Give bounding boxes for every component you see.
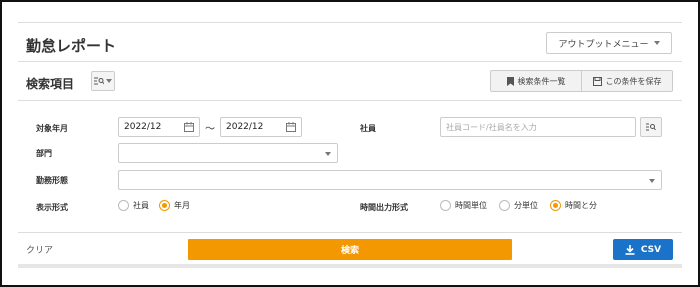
time-output-option-hour[interactable]: 時間単位 xyxy=(440,200,487,211)
radio-label: 分単位 xyxy=(514,201,538,210)
display-format-option-employee[interactable]: 社員 xyxy=(118,200,149,211)
chevron-down-icon xyxy=(649,179,655,183)
filter-search-icon xyxy=(94,77,104,85)
radio-button[interactable] xyxy=(499,200,510,211)
radio-label: 時間と分 xyxy=(565,201,597,210)
department-label: 部門 xyxy=(36,149,52,158)
chevron-down-icon xyxy=(106,79,112,83)
search-button[interactable]: 検索 xyxy=(188,239,512,260)
bookmark-icon xyxy=(506,76,514,86)
date-to-input[interactable]: 2022/12 xyxy=(220,117,302,137)
radio-button[interactable] xyxy=(118,200,129,211)
saved-conditions-label: 検索条件一覧 xyxy=(517,76,566,86)
radio-label: 年月 xyxy=(174,201,190,210)
save-condition-button[interactable]: この条件を保存 xyxy=(581,71,672,91)
save-icon xyxy=(592,76,602,86)
employee-search-button[interactable] xyxy=(640,117,662,137)
download-icon xyxy=(625,244,635,255)
display-format-option-month[interactable]: 年月 xyxy=(159,200,190,211)
condition-button-group: 検索条件一覧 この条件を保存 xyxy=(490,70,673,92)
date-to-value: 2022/12 xyxy=(226,122,264,132)
time-output-label: 時間出力形式 xyxy=(360,203,408,212)
date-from-input[interactable]: 2022/12 xyxy=(118,117,200,137)
radio-button[interactable] xyxy=(440,200,451,211)
display-format-label: 表示形式 xyxy=(36,203,68,212)
saved-conditions-button[interactable]: 検索条件一覧 xyxy=(491,71,581,91)
divider xyxy=(18,61,682,62)
output-menu-label: アウトプットメニュー xyxy=(558,39,649,50)
target-month-label: 対象年月 xyxy=(36,124,68,133)
chevron-down-icon xyxy=(325,152,331,156)
filter-toggle-button[interactable] xyxy=(91,71,115,91)
radio-button-selected[interactable] xyxy=(159,200,170,211)
search-icon xyxy=(646,123,656,131)
page-title: 勤怠レポート xyxy=(26,37,117,55)
clear-button[interactable]: クリア xyxy=(26,243,53,256)
radio-button-selected[interactable] xyxy=(550,200,561,211)
time-output-option-minute[interactable]: 分単位 xyxy=(499,200,538,211)
search-section-title: 検索項目 xyxy=(26,77,75,91)
range-separator: ～ xyxy=(205,124,215,135)
save-condition-label: この条件を保存 xyxy=(605,76,662,86)
app-frame: 勤怠レポート アウトプットメニュー 検索項目 検索条件一覧 この条件を保存 対象… xyxy=(0,0,700,287)
divider xyxy=(18,232,682,233)
report-panel: 勤怠レポート アウトプットメニュー 検索項目 検索条件一覧 この条件を保存 対象… xyxy=(18,22,682,266)
date-from-value: 2022/12 xyxy=(124,122,162,132)
work-type-label: 勤務形態 xyxy=(36,176,68,185)
calendar-icon[interactable] xyxy=(286,122,296,132)
calendar-icon[interactable] xyxy=(184,122,194,132)
chevron-down-icon xyxy=(653,41,660,45)
department-select[interactable] xyxy=(118,143,338,163)
employee-search-input[interactable]: 社員コード/社員名を入力 xyxy=(440,117,636,137)
employee-placeholder: 社員コード/社員名を入力 xyxy=(446,122,537,132)
radio-label: 時間単位 xyxy=(455,201,487,210)
output-menu-button[interactable]: アウトプットメニュー xyxy=(546,32,672,54)
employee-label: 社員 xyxy=(360,124,376,133)
radio-label: 社員 xyxy=(133,201,149,210)
divider xyxy=(18,100,682,101)
panel-bottom-edge xyxy=(18,264,682,268)
csv-label: CSV xyxy=(640,244,662,255)
work-type-select[interactable] xyxy=(118,170,662,190)
time-output-option-hour-minute[interactable]: 時間と分 xyxy=(550,200,597,211)
csv-download-button[interactable]: CSV xyxy=(613,239,673,260)
